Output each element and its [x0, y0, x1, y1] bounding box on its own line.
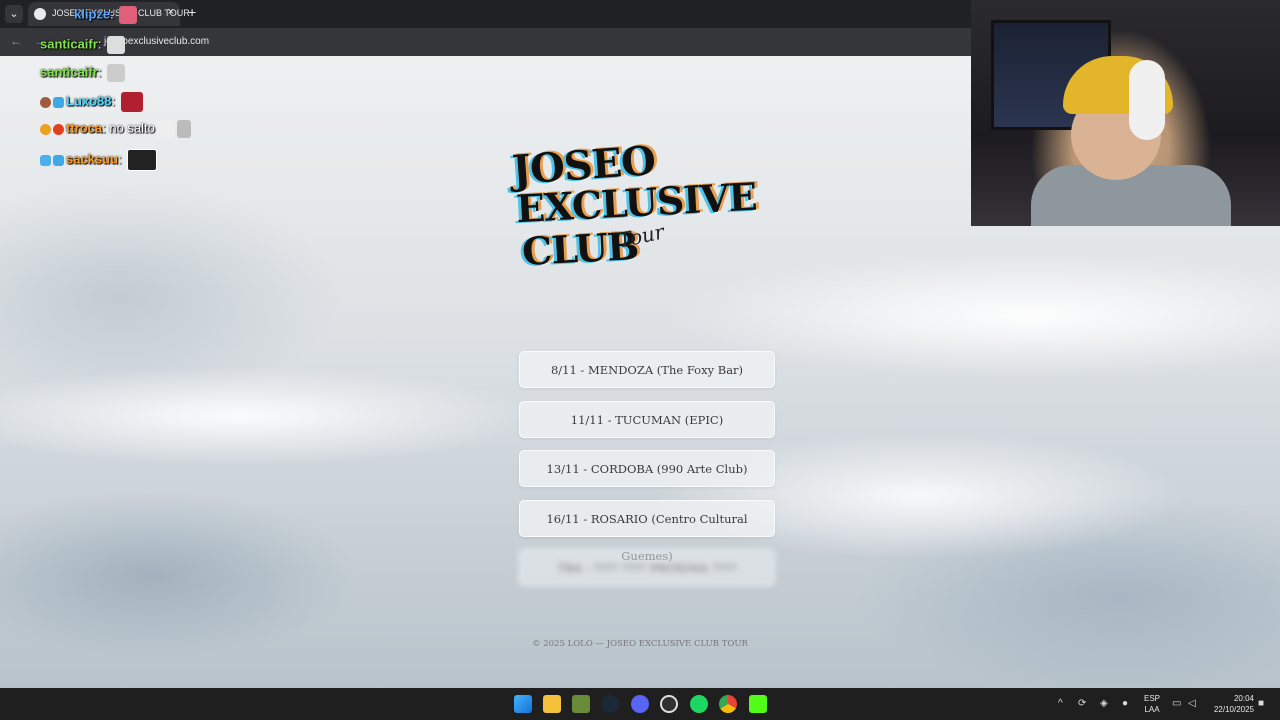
badge-icon: [53, 154, 64, 166]
badge-icon: [53, 96, 64, 108]
windows-taskbar: ^ ⟳ ◈ ● ESP LAA ▭ ◁ 20:04 22/10/2025 ■: [0, 688, 1280, 720]
close-tab-icon[interactable]: ×: [168, 6, 174, 18]
emote-icon: [127, 149, 158, 171]
chat-message: klipze:: [74, 6, 138, 24]
windows-start-icon[interactable]: [514, 695, 532, 713]
chat-username: santicaifr: [40, 64, 98, 80]
screen: ⌄ JOSEO EXCLUSIVE CLUB TOUR × + ← → jose…: [0, 0, 1280, 720]
keyboard-language[interactable]: ESP: [1140, 694, 1164, 703]
emote-icon: [120, 92, 143, 112]
clock-time[interactable]: 20:04: [1206, 694, 1254, 703]
keyboard-layout[interactable]: LAA: [1140, 705, 1164, 714]
chat-message: Luxo88:: [40, 92, 143, 112]
site-favicon-icon: [34, 8, 46, 20]
chat-message: sacksuu:: [40, 149, 158, 171]
steam-icon[interactable]: [601, 695, 619, 713]
tray-overflow-icon[interactable]: ^: [1058, 698, 1063, 709]
obs-icon[interactable]: [660, 695, 678, 713]
emote-icon: [156, 120, 175, 138]
kick-icon[interactable]: [749, 695, 767, 713]
chat-message: santicaifr:: [40, 64, 126, 82]
tour-date-button[interactable]: 16/11 - ROSARIO (Centro Cultural Guemes): [519, 499, 775, 563]
webcam-headphones: [1129, 60, 1165, 140]
volume-icon[interactable]: ◁: [1188, 698, 1196, 709]
chat-message: santicaifr:: [40, 36, 126, 54]
new-tab-button[interactable]: +: [188, 4, 196, 20]
emote-icon: [119, 6, 138, 24]
badge-icon: [40, 154, 51, 166]
minecraft-icon[interactable]: [572, 695, 590, 713]
clock-date[interactable]: 22/10/2025: [1206, 705, 1254, 714]
emote-icon: [107, 64, 126, 82]
chat-username: santicaifr: [40, 36, 98, 52]
sync-icon[interactable]: ⟳: [1078, 698, 1086, 709]
tour-date-button-locked: TBA - ???? ???? PRÓXIMA ????: [519, 549, 775, 586]
notifications-icon[interactable]: ■: [1258, 698, 1264, 709]
emote-icon: [107, 36, 126, 54]
microphone-icon[interactable]: ●: [1122, 698, 1128, 709]
emote-icon: [176, 120, 191, 138]
chrome-icon[interactable]: [719, 695, 737, 713]
chat-message-text: no salto: [109, 120, 155, 136]
tour-dates-list: 8/11 - MENDOZA (The Foxy Bar) 11/11 - TU…: [519, 351, 775, 599]
tour-date-button[interactable]: 11/11 - TUCUMAN (EPIC): [519, 400, 775, 438]
chat-username: klipze: [74, 6, 111, 22]
tour-date-button[interactable]: 13/11 - CORDOBA (990 Arte Club): [519, 450, 775, 487]
back-button[interactable]: ←: [10, 34, 22, 48]
webcam-feed: [971, 0, 1280, 226]
discord-icon[interactable]: [631, 695, 649, 713]
tour-date-button[interactable]: 8/11 - MENDOZA (The Foxy Bar): [519, 351, 775, 388]
page-footer: © 2025 LOLO — JOSEO EXCLUSIVE CLUB TOUR: [532, 639, 748, 649]
chat-message: ttroca: no salto: [40, 120, 191, 138]
tab-search-button[interactable]: ⌄: [5, 5, 23, 23]
security-icon[interactable]: ◈: [1100, 698, 1108, 709]
badge-icon: [53, 123, 64, 135]
badge-icon: [40, 123, 51, 135]
badge-icon: [40, 96, 51, 108]
site-logo: JOSEO EXCLUSIVE CLUB Tour: [510, 136, 780, 296]
spotify-icon[interactable]: [690, 695, 708, 713]
network-icon[interactable]: ▭: [1172, 698, 1181, 709]
file-explorer-icon[interactable]: [543, 695, 561, 713]
chat-username: Luxo88: [66, 93, 112, 109]
chat-username: ttroca: [66, 120, 103, 136]
chat-username: sacksuu: [66, 151, 119, 167]
